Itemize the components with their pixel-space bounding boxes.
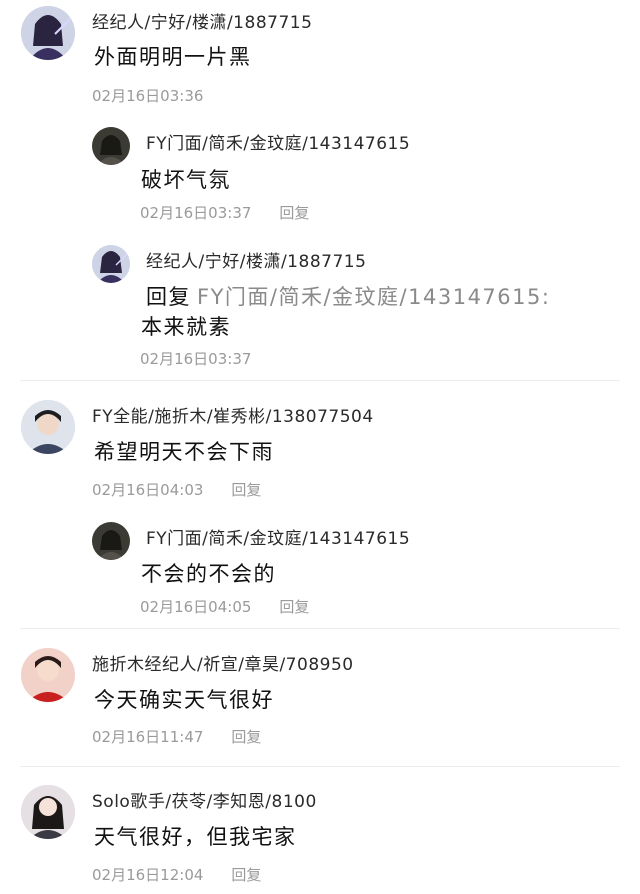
avatar-image [92, 245, 130, 283]
comment-meta: 02月16日03:36 [92, 85, 203, 106]
avatar[interactable] [21, 400, 75, 454]
comment-meta: 02月16日04:03 回复 [92, 479, 261, 500]
comment-text: 今天确实天气很好 [94, 688, 274, 712]
reply-button[interactable]: 回复 [231, 481, 261, 499]
divider [20, 628, 620, 629]
avatar-image [92, 127, 130, 165]
comment-meta: 02月16日03:37 [140, 348, 251, 369]
comment-time: 02月16日04:05 [140, 598, 252, 616]
comment-time: 02月16日03:37 [140, 204, 252, 222]
comment-text: 不会的不会的 [141, 562, 276, 586]
commenter-name[interactable]: 经纪人/宁好/楼潇/1887715 [92, 8, 312, 33]
avatar[interactable] [92, 245, 130, 283]
comment-time: 02月16日03:37 [140, 350, 252, 368]
comment-time: 02月16日11:47 [92, 728, 204, 746]
divider [20, 380, 620, 381]
avatar[interactable] [21, 785, 75, 839]
comment-text: 天气很好，但我宅家 [94, 825, 297, 849]
commenter-name[interactable]: FY门面/简禾/金玟庭/143147615 [146, 129, 410, 154]
reply-button[interactable]: 回复 [231, 866, 261, 884]
commenter-name[interactable]: Solo歌手/茯苓/李知恩/8100 [92, 787, 317, 812]
comment-text: 本来就素 [141, 315, 231, 339]
avatar[interactable] [92, 522, 130, 560]
comment-meta: 02月16日03:37 回复 [140, 202, 309, 223]
avatar-image [21, 785, 75, 839]
comment-text: 希望明天不会下雨 [94, 440, 274, 464]
reply-button[interactable]: 回复 [231, 728, 261, 746]
reply-target-name[interactable]: FY门面/简禾/金玟庭/143147615: [197, 285, 550, 309]
avatar-image [21, 400, 75, 454]
reply-target-line: 回复 FY门面/简禾/金玟庭/143147615: [146, 281, 550, 311]
comment-meta: 02月16日04:05 回复 [140, 596, 309, 617]
commenter-name[interactable]: FY门面/简禾/金玟庭/143147615 [146, 524, 410, 549]
commenter-name[interactable]: 经纪人/宁好/楼潇/1887715 [146, 247, 366, 272]
avatar[interactable] [21, 6, 75, 60]
comment-time: 02月16日03:36 [92, 87, 204, 105]
avatar-image [21, 6, 75, 60]
comment-item: 经纪人/宁好/楼潇/1887715 外面明明一片黑 02月16日03:36 [0, 0, 640, 380]
comment-meta: 02月16日12:04 回复 [92, 864, 261, 885]
commenter-name[interactable]: FY全能/施折木/崔秀彬/138077504 [92, 402, 374, 427]
avatar-image [92, 522, 130, 560]
avatar[interactable] [21, 648, 75, 702]
reply-button[interactable]: 回复 [279, 598, 309, 616]
divider [20, 766, 620, 767]
comment-text: 外面明明一片黑 [94, 45, 252, 69]
comment-text: 破坏气氛 [141, 168, 231, 192]
comment-time: 02月16日12:04 [92, 866, 204, 884]
reply-prefix: 回复 [146, 285, 191, 309]
avatar[interactable] [92, 127, 130, 165]
avatar-image [21, 648, 75, 702]
comment-time: 02月16日04:03 [92, 481, 204, 499]
reply-button[interactable]: 回复 [279, 204, 309, 222]
comment-meta: 02月16日11:47 回复 [92, 726, 261, 747]
commenter-name[interactable]: 施折木经纪人/祈宣/章昊/708950 [92, 650, 354, 675]
